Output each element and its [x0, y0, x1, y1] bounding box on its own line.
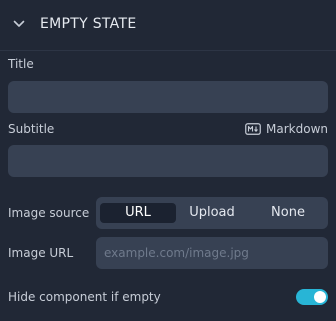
- image-source-url-option[interactable]: URL: [100, 203, 176, 223]
- markdown-hint: Markdown: [245, 122, 328, 136]
- hide-if-empty-toggle[interactable]: [296, 289, 328, 305]
- subtitle-label: Subtitle: [8, 122, 55, 136]
- markdown-icon: [245, 123, 261, 135]
- image-source-segmented-control: URL Upload None: [96, 197, 328, 229]
- image-source-none-option[interactable]: None: [250, 203, 326, 223]
- markdown-label: Markdown: [266, 122, 328, 136]
- image-source-label: Image source: [8, 206, 90, 220]
- section-header[interactable]: EMPTY STATE: [0, 0, 336, 50]
- subtitle-field[interactable]: [8, 145, 328, 177]
- chevron-down-icon[interactable]: [13, 19, 25, 29]
- empty-state-panel: EMPTY STATE Title Subtitle Markdown Imag…: [0, 0, 336, 321]
- title-label: Title: [8, 57, 34, 71]
- header-divider: [0, 50, 336, 51]
- hide-if-empty-label: Hide component if empty: [8, 290, 161, 304]
- image-source-upload-option[interactable]: Upload: [174, 203, 250, 223]
- title-field[interactable]: [8, 81, 328, 113]
- image-url-label: Image URL: [8, 246, 74, 260]
- section-title: EMPTY STATE: [40, 16, 137, 32]
- toggle-knob: [314, 291, 326, 303]
- image-url-input[interactable]: [96, 237, 328, 269]
